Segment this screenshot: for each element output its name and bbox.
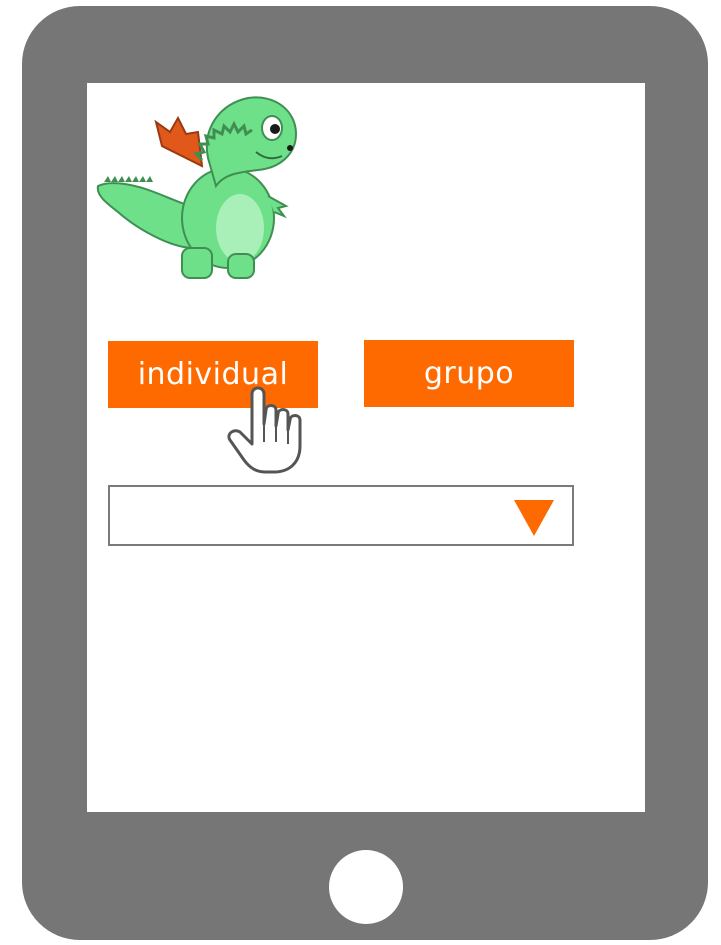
- grupo-button-label: grupo: [423, 356, 515, 391]
- selection-dropdown[interactable]: [108, 485, 574, 546]
- hand-pointer-icon: [227, 386, 302, 474]
- grupo-button[interactable]: grupo: [364, 340, 574, 407]
- triangle-down-icon[interactable]: [514, 500, 554, 536]
- home-button[interactable]: [329, 850, 403, 924]
- dragon-mascot-icon: [96, 96, 298, 279]
